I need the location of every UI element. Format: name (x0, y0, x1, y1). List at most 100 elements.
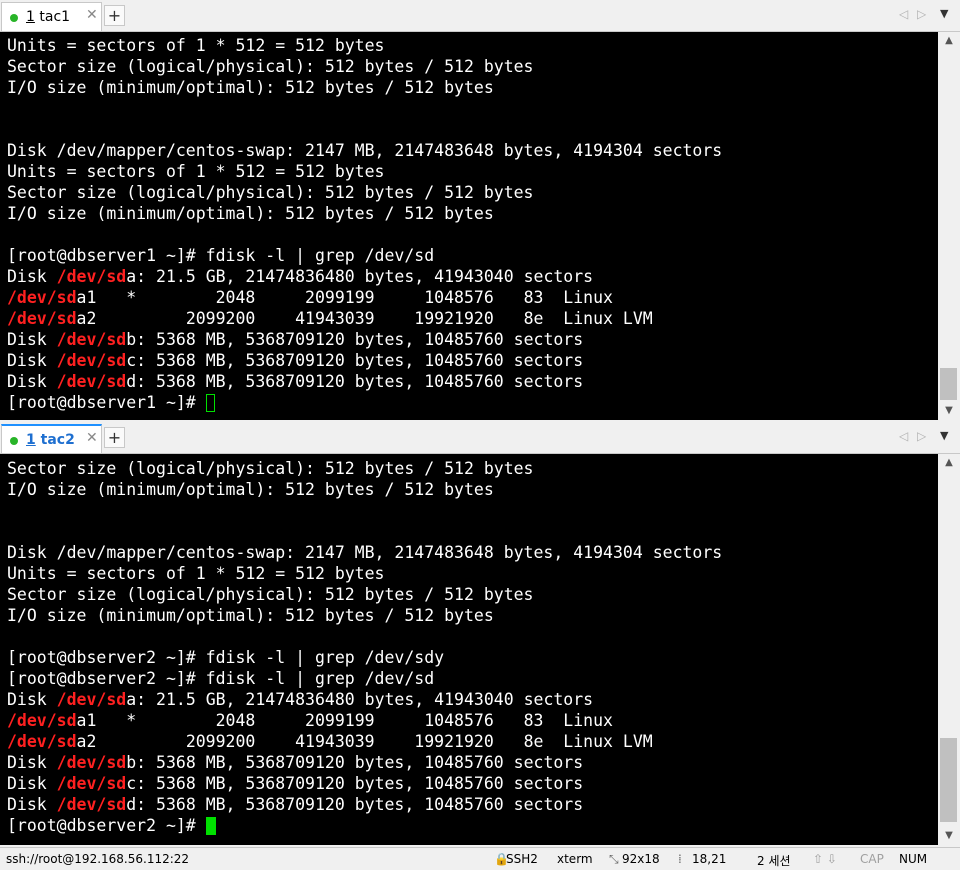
match-highlight: /dev/sd (56, 753, 127, 772)
scroll-down-icon[interactable]: ▼ (938, 402, 960, 420)
match-highlight: /dev/sd (7, 732, 77, 751)
close-tab-icon[interactable]: ✕ (86, 430, 98, 446)
terminal-line: Units = sectors of 1 * 512 = 512 bytes (7, 564, 385, 583)
line-text: c: 5368 MB, 5368709120 bytes, 10485760 s… (126, 351, 584, 370)
terminal-line: Disk /dev/mapper/centos-swap: 2147 MB, 2… (7, 141, 723, 160)
line-text: a1 * 2048 2099199 1048576 83 Linux (76, 288, 613, 307)
add-tab-button[interactable]: + (104, 5, 125, 26)
tab-list-dropdown-icon[interactable]: ▼ (940, 7, 948, 20)
line-text: Disk (7, 267, 57, 286)
num-lock-indicator: NUM (899, 852, 928, 866)
scroll-up-icon[interactable]: ▲ (938, 454, 960, 472)
terminal-line: [root@dbserver2 ~]# fdisk -l | grep /dev… (7, 669, 435, 688)
match-highlight: /dev/sd (56, 372, 127, 391)
prompt-text: [root@dbserver1 ~]# (7, 393, 206, 412)
match-highlight: /dev/sd (56, 690, 127, 709)
match-highlight: /dev/sd (56, 774, 127, 793)
close-tab-icon[interactable]: ✕ (86, 7, 98, 23)
tab-scroll-right-icon[interactable]: ▷ (917, 7, 926, 21)
line-text: a2 2099200 41943039 19921920 8e Linux LV… (76, 732, 653, 751)
scroll-up-icon[interactable]: ▲ (938, 32, 960, 50)
grep-result-line: Disk /dev/sda: 21.5 GB, 21474836480 byte… (0, 689, 938, 710)
terminal-line: [root@dbserver2 ~]# fdisk -l | grep /dev… (7, 648, 445, 667)
scroll-down-icon[interactable]: ▼ (938, 827, 960, 845)
scrollbar-tac1[interactable]: ▲ ▼ (938, 32, 960, 420)
protocol-label: SSH2 (506, 852, 538, 866)
line-text: Disk (7, 690, 57, 709)
prompt-text: [root@dbserver2 ~]# (7, 816, 206, 835)
grep-result-line: Disk /dev/sdc: 5368 MB, 5368709120 bytes… (0, 350, 938, 371)
line-text: Disk (7, 372, 57, 391)
tab-tac1[interactable]: 1 tac1 ✕ (1, 2, 102, 31)
status-bar: ssh://root@192.168.56.112:22 🔒 SSH2 xter… (0, 847, 960, 870)
tab-bar-1: 1 tac1 ✕ + ◁ ▷ ▼ (0, 0, 960, 32)
connection-address: ssh://root@192.168.56.112:22 (6, 852, 190, 866)
line-text: c: 5368 MB, 5368709120 bytes, 10485760 s… (126, 774, 584, 793)
tab-list-dropdown-icon[interactable]: ▼ (940, 429, 948, 442)
match-highlight: /dev/sd (7, 711, 77, 730)
terminal-line: Sector size (logical/physical): 512 byte… (7, 57, 534, 76)
match-highlight: /dev/sd (56, 267, 127, 286)
terminal-line: Units = sectors of 1 * 512 = 512 bytes (7, 162, 385, 181)
line-text: Disk (7, 351, 57, 370)
grep-result-line: /dev/sda1 * 2048 2099199 1048576 83 Linu… (0, 287, 938, 308)
terminal-prompt-line: [root@dbserver1 ~]# (0, 392, 938, 413)
resize-icon: ⤡ (609, 852, 619, 866)
line-text: a2 2099200 41943039 19921920 8e Linux LV… (76, 309, 653, 328)
terminal-line: I/O size (minimum/optimal): 512 bytes / … (7, 78, 494, 97)
caps-lock-indicator: CAP (860, 852, 884, 866)
terminal-type: xterm (557, 852, 593, 866)
terminal-line: Disk /dev/mapper/centos-swap: 2147 MB, 2… (7, 543, 723, 562)
match-highlight: /dev/sd (56, 795, 127, 814)
line-text: b: 5368 MB, 5368709120 bytes, 10485760 s… (126, 753, 584, 772)
scroll-thumb[interactable] (940, 738, 957, 822)
cursor-position: 18,21 (692, 852, 727, 866)
tab-label: 1 tac2 (26, 432, 75, 448)
scroll-thumb[interactable] (940, 368, 957, 400)
line-text: a: 21.5 GB, 21474836480 bytes, 41943040 … (126, 690, 594, 709)
tab-scroll-left-icon[interactable]: ◁ (899, 429, 908, 443)
grep-result-line: Disk /dev/sdb: 5368 MB, 5368709120 bytes… (0, 752, 938, 773)
line-text: d: 5368 MB, 5368709120 bytes, 10485760 s… (126, 795, 584, 814)
terminal-line: Sector size (logical/physical): 512 byte… (7, 183, 534, 202)
tab-scroll-left-icon[interactable]: ◁ (899, 7, 908, 21)
line-text: b: 5368 MB, 5368709120 bytes, 10485760 s… (126, 330, 584, 349)
grep-result-line: Disk /dev/sdb: 5368 MB, 5368709120 bytes… (0, 329, 938, 350)
grep-result-line: Disk /dev/sdc: 5368 MB, 5368709120 bytes… (0, 773, 938, 794)
tab-tac2[interactable]: 1 tac2 ✕ (1, 424, 102, 453)
terminal-prompt-line: [root@dbserver2 ~]# (0, 815, 938, 836)
tab-bar-2: 1 tac2 ✕ + ◁ ▷ ▼ (0, 422, 960, 454)
tab-scroll-right-icon[interactable]: ▷ (917, 429, 926, 443)
terminal-tac2[interactable]: Sector size (logical/physical): 512 byte… (0, 454, 938, 845)
terminal-line: Sector size (logical/physical): 512 byte… (7, 585, 534, 604)
match-highlight: /dev/sd (56, 351, 127, 370)
terminal-line: I/O size (minimum/optimal): 512 bytes / … (7, 204, 494, 223)
scrollbar-tac2[interactable]: ▲ ▼ (938, 454, 960, 845)
line-text: Disk (7, 774, 57, 793)
session-nav-arrows-icon[interactable]: ⇧ ⇩ (813, 852, 837, 866)
grep-result-line: Disk /dev/sdd: 5368 MB, 5368709120 bytes… (0, 794, 938, 815)
connected-status-dot (10, 14, 18, 22)
terminal-line: [root@dbserver1 ~]# fdisk -l | grep /dev… (7, 246, 435, 265)
line-text: Disk (7, 753, 57, 772)
session-count: 2 세션 (757, 854, 791, 868)
match-highlight: /dev/sd (7, 309, 77, 328)
tab-label: 1 tac1 (26, 9, 71, 25)
match-highlight: /dev/sd (56, 330, 127, 349)
line-text: Disk (7, 795, 57, 814)
grep-result-line: Disk /dev/sda: 21.5 GB, 21474836480 byte… (0, 266, 938, 287)
add-tab-button[interactable]: + (104, 427, 125, 448)
terminal-tac1[interactable]: Units = sectors of 1 * 512 = 512 bytes Se… (0, 32, 938, 420)
terminal-line: I/O size (minimum/optimal): 512 bytes / … (7, 480, 494, 499)
cursor (205, 394, 215, 412)
terminal-line: Units = sectors of 1 * 512 = 512 bytes (7, 36, 385, 55)
grep-result-line: Disk /dev/sdd: 5368 MB, 5368709120 bytes… (0, 371, 938, 392)
match-highlight: /dev/sd (7, 288, 77, 307)
line-text: d: 5368 MB, 5368709120 bytes, 10485760 s… (126, 372, 584, 391)
